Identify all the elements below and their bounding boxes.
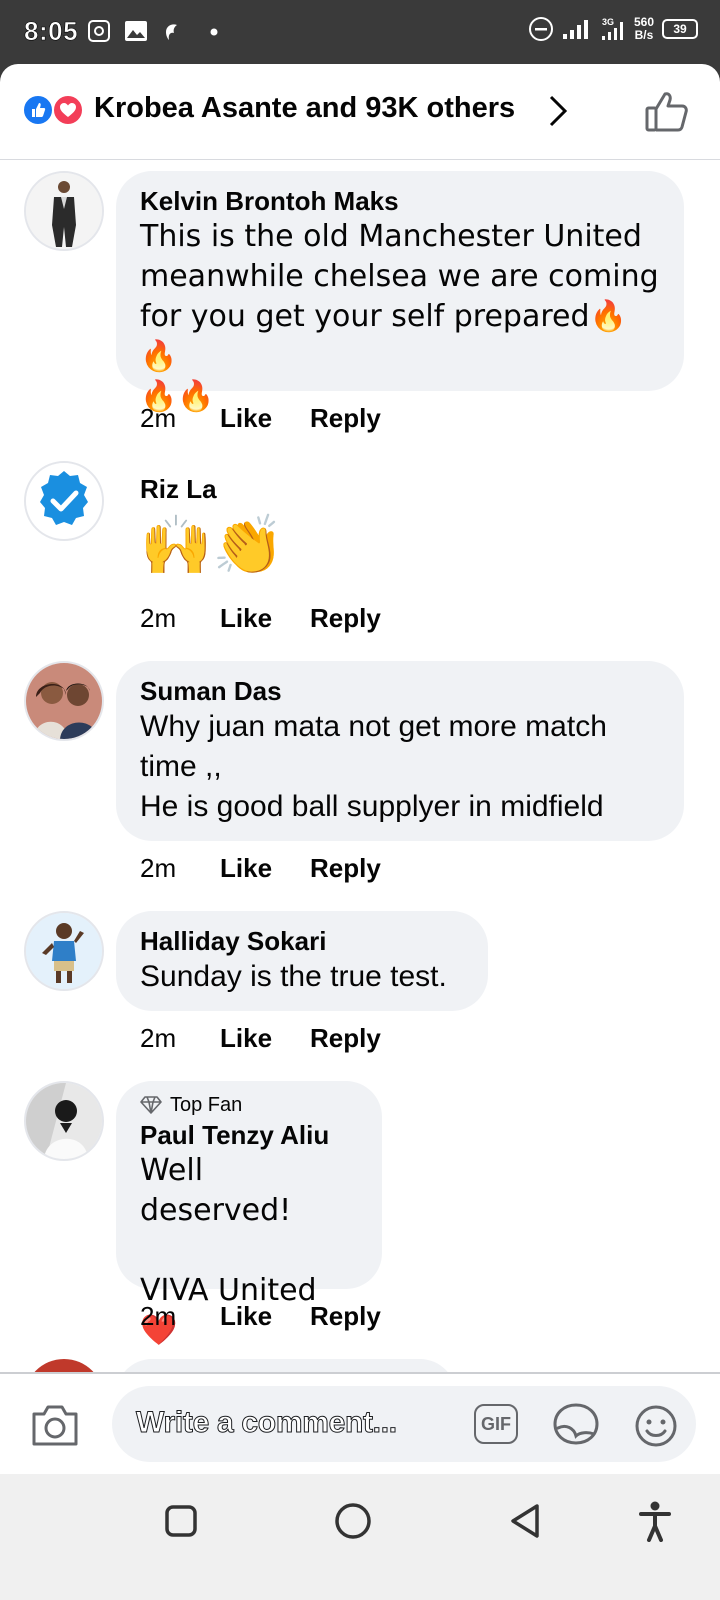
comment-reply-button[interactable]: Reply (310, 603, 381, 634)
love-reaction-icon (52, 94, 84, 126)
comment-like-button[interactable]: Like (220, 603, 310, 634)
comment-reply-button[interactable]: Reply (310, 403, 381, 434)
avatar[interactable] (24, 661, 104, 741)
chevron-right-icon[interactable] (548, 94, 568, 128)
comment-text: Why juan mata not get more match time ,,… (140, 710, 607, 823)
comment-like-button[interactable]: Like (220, 403, 310, 434)
gallery-icon (125, 21, 147, 41)
camera-icon[interactable] (30, 1402, 80, 1448)
status-right: 3G 560 B/s 39 (528, 16, 698, 42)
emoji-icon[interactable] (634, 1404, 678, 1448)
signal-icon (562, 20, 588, 39)
net-speed: 560 B/s (634, 16, 654, 42)
top-fan-badge: Top Fan (140, 1093, 358, 1117)
status-time: 8:05 (24, 16, 79, 47)
comment-like-button[interactable]: Like (220, 1301, 310, 1332)
comment-like-button[interactable]: Like (220, 1023, 310, 1054)
comment-composer: Write a comment... GIF (0, 1372, 720, 1474)
like-post-icon[interactable] (644, 90, 690, 134)
comment-bubble[interactable]: Suman Das Why juan mata not get more mat… (116, 661, 684, 841)
comment-actions: 2m Like Reply (140, 603, 381, 634)
reactions-header[interactable]: Krobea Asante and 93K others (0, 64, 720, 160)
accessibility-icon[interactable] (638, 1500, 672, 1542)
comment-time: 2m (140, 403, 177, 433)
gif-button[interactable]: GIF (474, 1404, 518, 1444)
comment-reply-button[interactable]: Reply (310, 853, 381, 884)
comment-emoji-text: 🙌👏 (140, 511, 285, 579)
comment-bubble[interactable]: Top Fan Paul Tenzy Aliu Well deserved! V… (116, 1081, 382, 1348)
comment-actions: 2m Like Reply (140, 403, 381, 434)
comment-bubble[interactable]: Halliday Sokari Sunday is the true test. (116, 911, 488, 1011)
diamond-icon (140, 1096, 162, 1114)
comment-reply-button[interactable]: Reply (310, 1301, 381, 1332)
reactions-summary[interactable]: Krobea Asante and 93K others (94, 92, 515, 125)
comment-author[interactable]: Kelvin Brontoh Maks (140, 185, 660, 217)
comment-author[interactable]: Suman Das (140, 675, 660, 707)
comment-actions: 2m Like Reply (140, 853, 381, 884)
avatar[interactable] (24, 1081, 104, 1161)
comment-time: 2m (140, 603, 177, 633)
sticker-icon[interactable] (552, 1402, 600, 1446)
signal-3g-icon: 3G (601, 17, 623, 40)
comment-author[interactable]: Halliday Sokari (140, 925, 464, 957)
comment-body[interactable]: Riz La 🙌👏 (140, 473, 284, 585)
battery-indicator: 39 (662, 19, 698, 39)
messenger-notification-icon (166, 24, 177, 40)
comment-time: 2m (140, 1023, 177, 1053)
status-bar: 8:05 3G 560 B/s 39 (0, 0, 720, 64)
comment-text: This is the old Manchester United meanwh… (140, 219, 659, 414)
comments-sheet: Krobea Asante and 93K others Kelvin Bron… (0, 64, 720, 1504)
comment-actions: 2m Like Reply (140, 1023, 381, 1054)
comment-author[interactable]: Riz La (140, 473, 284, 505)
comment-bubble[interactable]: Kelvin Brontoh Maks This is the old Manc… (116, 171, 684, 414)
back-button-icon[interactable] (508, 1502, 542, 1540)
comment-time: 2m (140, 1301, 177, 1331)
comment-like-button[interactable]: Like (220, 853, 310, 884)
avatar[interactable] (24, 171, 104, 251)
app-notification-icon (88, 20, 110, 42)
recents-button-icon[interactable] (164, 1504, 198, 1538)
svg-text:3G: 3G (602, 17, 614, 27)
dnd-icon (528, 17, 553, 41)
avatar[interactable] (24, 911, 104, 991)
comment-text: Sunday is the true test. (140, 960, 447, 993)
net-speed-unit: B/s (634, 28, 654, 42)
more-notifications-dot (210, 28, 218, 36)
comment-input-placeholder[interactable]: Write a comment... (136, 1406, 398, 1440)
avatar[interactable] (24, 461, 104, 541)
comment-actions: 2m Like Reply (140, 1301, 381, 1332)
system-nav-bar (0, 1474, 720, 1600)
comment-reply-button[interactable]: Reply (310, 1023, 381, 1054)
home-button-icon[interactable] (334, 1502, 372, 1540)
badge-label: Top Fan (170, 1094, 243, 1116)
like-reaction-icon (22, 94, 54, 126)
comment-author[interactable]: Paul Tenzy Aliu (140, 1119, 358, 1151)
comment-time: 2m (140, 853, 177, 883)
